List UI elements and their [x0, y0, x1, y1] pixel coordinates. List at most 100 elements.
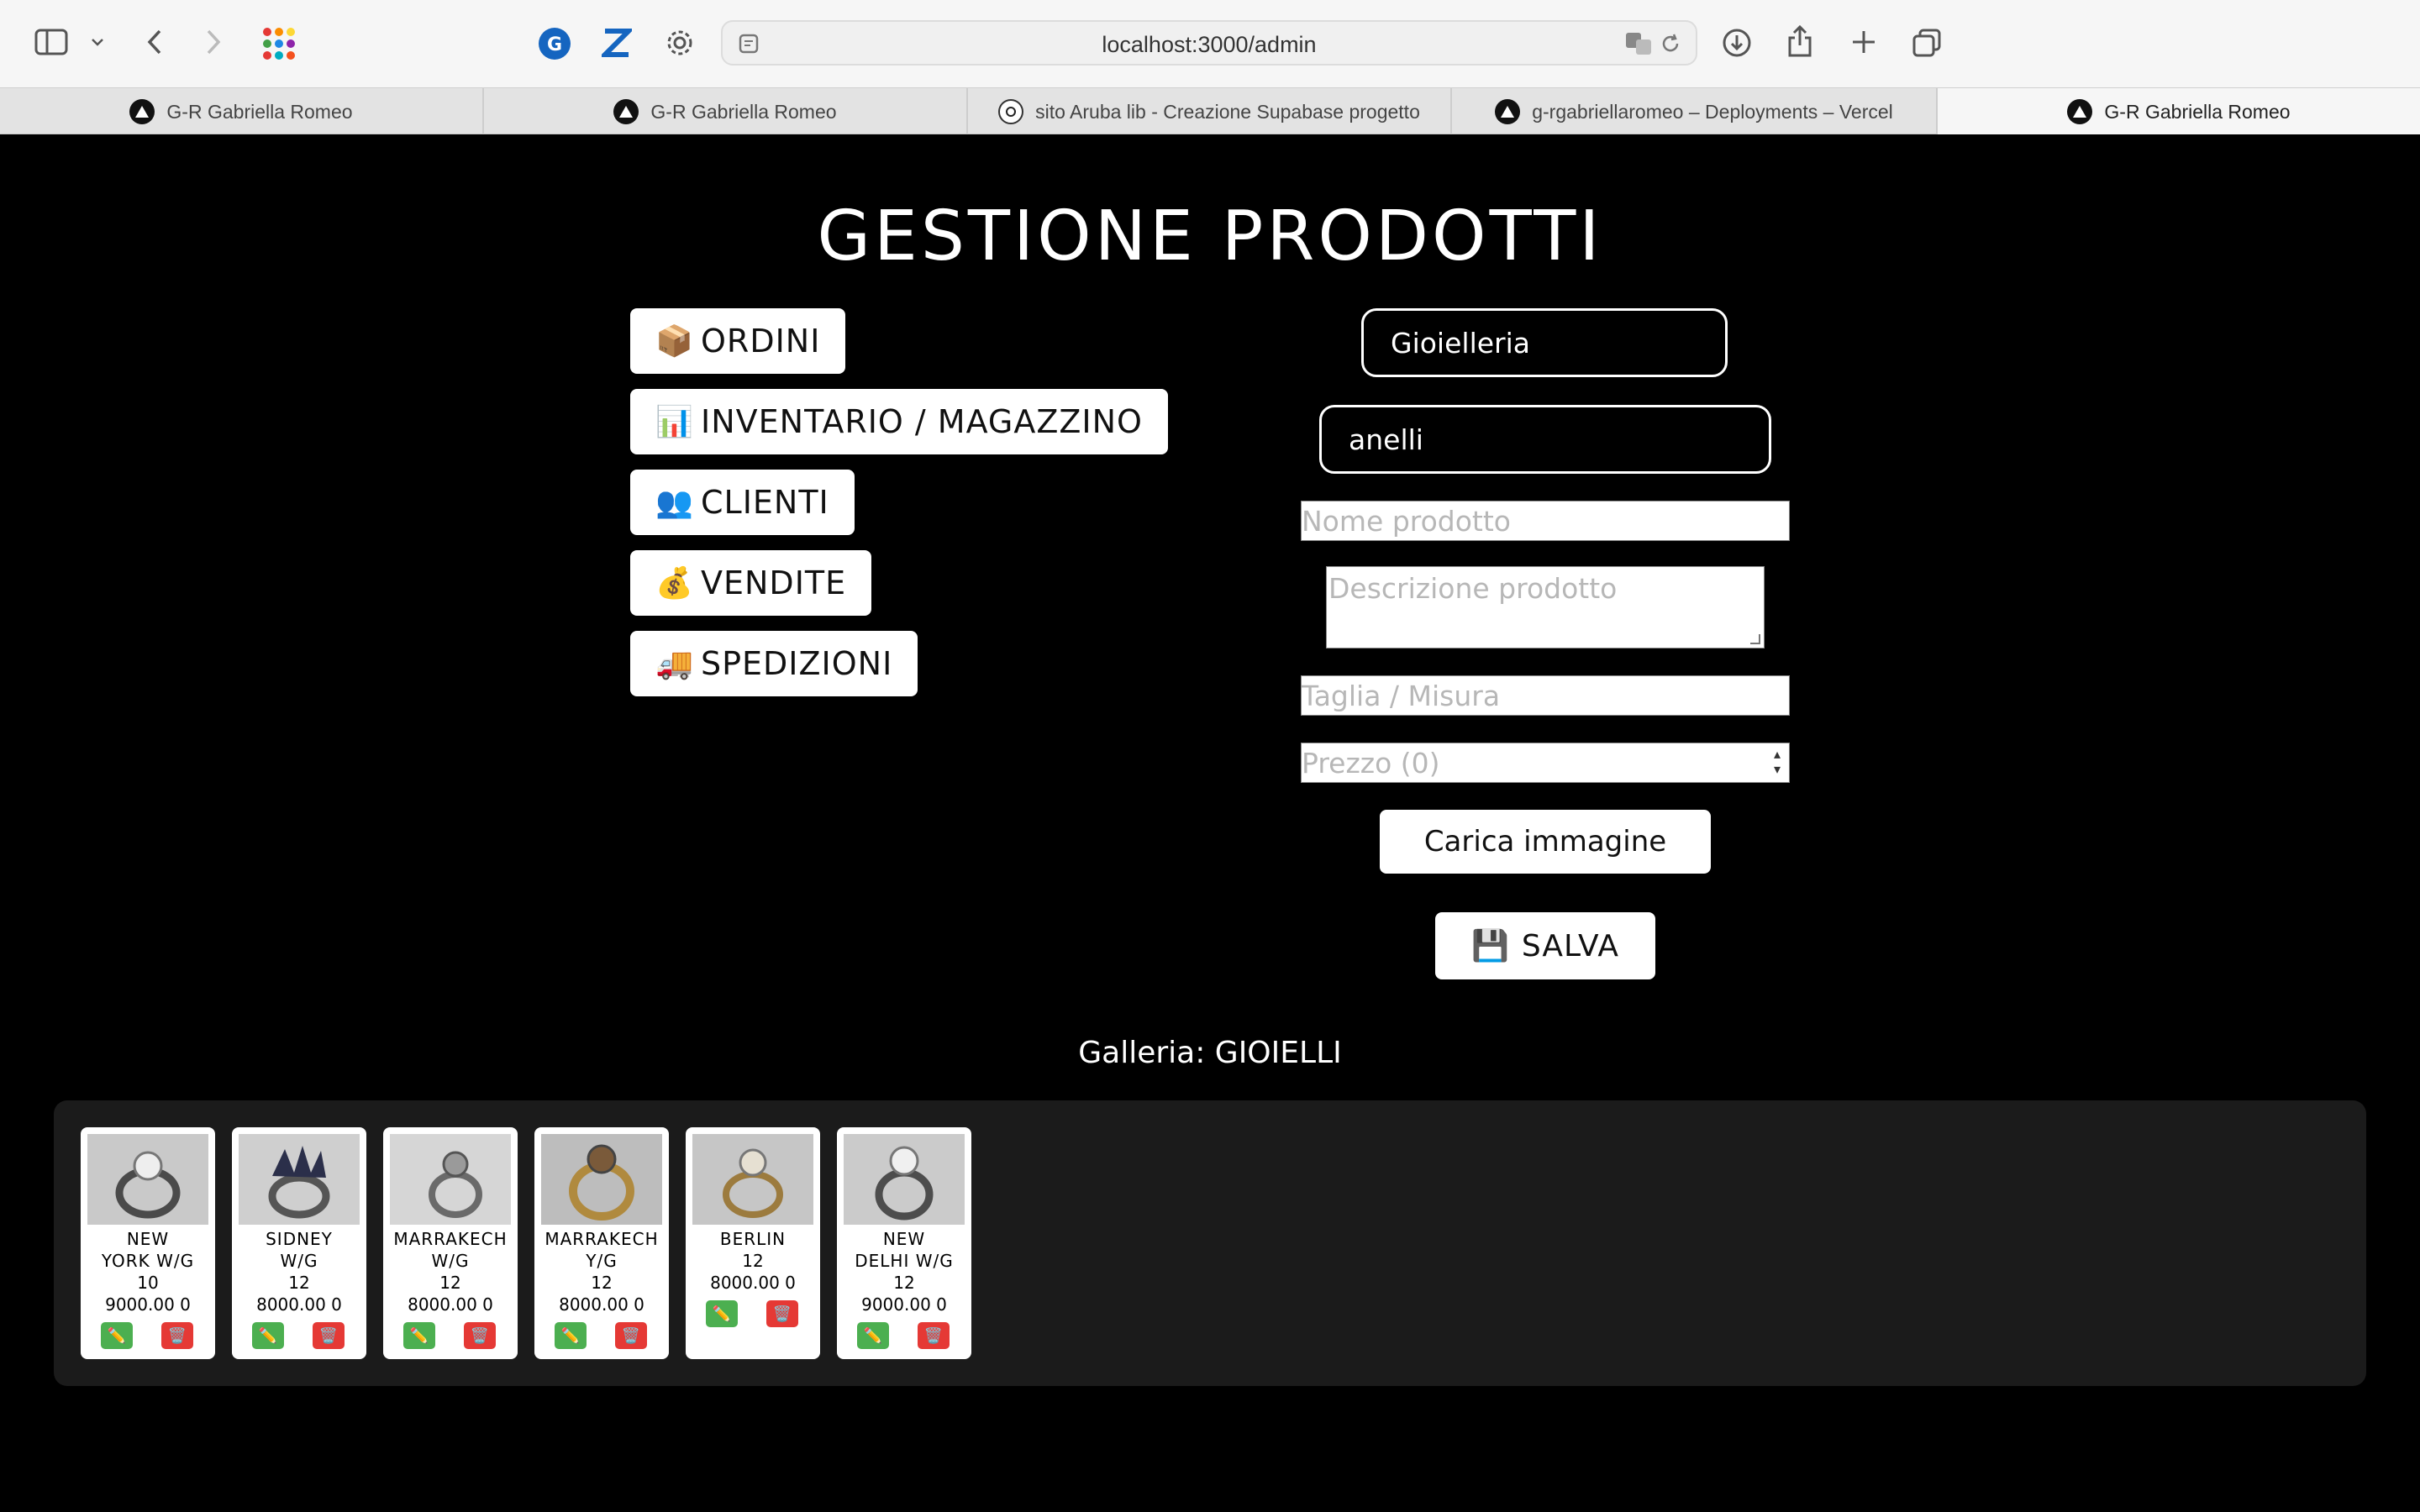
product-image — [692, 1134, 813, 1225]
product-size: 12 — [742, 1251, 764, 1271]
product-image — [239, 1134, 360, 1225]
translate-icon[interactable] — [1625, 32, 1654, 59]
subcategory-value: anelli — [1349, 423, 1423, 456]
product-image — [390, 1134, 511, 1225]
download-icon[interactable] — [1719, 25, 1754, 60]
edit-pencil-icon[interactable]: ✏️ — [252, 1322, 284, 1349]
delete-trash-icon[interactable]: 🗑️ — [766, 1300, 798, 1327]
url-text: localhost:3000/admin — [1102, 32, 1317, 57]
save-label: SALVA — [1521, 928, 1620, 963]
reload-icon[interactable] — [1659, 32, 1682, 59]
grammarly-extension-icon[interactable]: G — [536, 25, 573, 62]
product-size: 12 — [893, 1273, 915, 1293]
product-name-input[interactable]: Nome prodotto — [1301, 501, 1790, 541]
product-size: 12 — [439, 1273, 461, 1293]
product-price: 8000.00 0 — [559, 1294, 644, 1315]
category-select[interactable]: Gioielleria — [1361, 308, 1728, 377]
nav-label: SPEDIZIONI — [701, 645, 893, 682]
product-description-textarea[interactable]: Descrizione prodotto — [1326, 566, 1765, 648]
inventory-button[interactable]: 📊 INVENTARIO / MAGAZZINO — [630, 389, 1168, 454]
price-placeholder: Prezzo (0) — [1302, 746, 1440, 780]
tab-title: sito Aruba lib - Creazione Supabase prog… — [1035, 100, 1420, 123]
upload-image-button[interactable]: Carica immagine — [1380, 810, 1711, 874]
customers-button[interactable]: 👥 CLIENTI — [630, 470, 855, 535]
sidebar-toggle-icon[interactable] — [32, 25, 71, 59]
delete-trash-icon[interactable]: 🗑️ — [615, 1322, 647, 1349]
address-bar[interactable]: localhost:3000/admin — [721, 20, 1697, 66]
zotero-extension-icon[interactable] — [598, 24, 635, 62]
product-size: 12 — [288, 1273, 310, 1293]
forward-icon[interactable] — [198, 25, 229, 59]
product-size: 10 — [137, 1273, 159, 1293]
product-gallery: NEW YORK W/G 10 9000.00 0 ✏️ 🗑️ SIDNEY W… — [54, 1100, 2366, 1386]
size-input[interactable]: Taglia / Misura — [1301, 675, 1790, 716]
settings-gear-icon[interactable] — [662, 25, 697, 60]
page-title: GESTIONE PRODOTTI — [817, 197, 1603, 276]
delete-trash-icon[interactable]: 🗑️ — [918, 1322, 950, 1349]
edit-pencil-icon[interactable]: ✏️ — [101, 1322, 133, 1349]
tab-title: g-rgabriellaromeo – Deployments – Vercel — [1532, 100, 1893, 123]
product-price: 9000.00 0 — [105, 1294, 191, 1315]
edit-pencil-icon[interactable]: ✏️ — [403, 1322, 435, 1349]
share-icon[interactable] — [1783, 22, 1817, 60]
product-price: 9000.00 0 — [861, 1294, 947, 1315]
product-image — [541, 1134, 662, 1225]
product-name: MARRAKECH Y/G — [544, 1229, 659, 1271]
delete-trash-icon[interactable]: 🗑️ — [161, 1322, 193, 1349]
product-size: 12 — [591, 1273, 613, 1293]
chevron-down-icon[interactable] — [87, 30, 108, 54]
edit-pencil-icon[interactable]: ✏️ — [706, 1300, 738, 1327]
tab-title: G-R Gabriella Romeo — [2104, 100, 2291, 123]
nav-label: CLIENTI — [701, 484, 829, 521]
new-tab-plus-icon[interactable] — [1847, 25, 1881, 59]
product-name-placeholder: Nome prodotto — [1302, 504, 1511, 538]
apps-grid-icon[interactable] — [260, 25, 297, 62]
package-icon: 📦 — [655, 324, 694, 359]
number-stepper-icon[interactable]: ▴ ▾ — [1774, 747, 1781, 777]
product-name: SIDNEY W/G — [266, 1229, 333, 1271]
subcategory-select[interactable]: anelli — [1319, 405, 1771, 474]
vercel-favicon-icon — [1495, 99, 1521, 124]
floppy-disk-icon: 💾 — [1470, 929, 1510, 963]
vercel-favicon-icon — [2067, 99, 2093, 124]
product-card: MARRAKECH Y/G 12 8000.00 0 ✏️ 🗑️ — [534, 1127, 669, 1359]
tab-overview-icon[interactable] — [1909, 25, 1944, 60]
back-icon[interactable] — [139, 25, 170, 59]
product-name: NEW YORK W/G — [101, 1229, 195, 1271]
product-price: 8000.00 0 — [256, 1294, 342, 1315]
edit-pencil-icon[interactable]: ✏️ — [555, 1322, 587, 1349]
product-card: MARRAKECH W/G 12 8000.00 0 ✏️ 🗑️ — [383, 1127, 518, 1359]
delete-trash-icon[interactable]: 🗑️ — [464, 1322, 496, 1349]
edit-pencil-icon[interactable]: ✏️ — [857, 1322, 889, 1349]
browser-tab[interactable]: g-rgabriellaromeo – Deployments – Vercel — [1452, 88, 1938, 135]
people-icon: 👥 — [655, 486, 694, 520]
product-card: NEW DELHI W/G 12 9000.00 0 ✏️ 🗑️ — [837, 1127, 971, 1359]
upload-image-label: Carica immagine — [1423, 825, 1667, 858]
product-image — [844, 1134, 965, 1225]
sales-button[interactable]: 💰 VENDITE — [630, 550, 872, 616]
product-image — [87, 1134, 208, 1225]
orders-button[interactable]: 📦 ORDINI — [630, 308, 846, 374]
nav-label: VENDITE — [701, 564, 847, 601]
resize-handle-icon[interactable] — [1750, 634, 1760, 644]
product-price: 8000.00 0 — [710, 1273, 796, 1293]
vercel-favicon-icon — [613, 99, 639, 124]
price-input[interactable]: Prezzo (0) ▴ ▾ — [1301, 743, 1790, 783]
browser-tab[interactable]: G-R Gabriella Romeo — [0, 88, 484, 135]
product-card: NEW YORK W/G 10 9000.00 0 ✏️ 🗑️ — [81, 1127, 215, 1359]
category-value: Gioielleria — [1391, 326, 1530, 360]
browser-tab[interactable]: sito Aruba lib - Creazione Supabase prog… — [968, 88, 1452, 135]
product-card: BERLIN 12 8000.00 0 ✏️ 🗑️ — [686, 1127, 820, 1359]
tab-title: G-R Gabriella Romeo — [650, 100, 837, 123]
tab-bar: G-R Gabriella Romeo G-R Gabriella Romeo … — [0, 87, 2420, 135]
shipments-button[interactable]: 🚚 SPEDIZIONI — [630, 631, 918, 696]
browser-tab-active[interactable]: G-R Gabriella Romeo — [1938, 88, 2420, 135]
bar-chart-icon: 📊 — [655, 405, 694, 439]
delete-trash-icon[interactable]: 🗑️ — [313, 1322, 345, 1349]
save-button[interactable]: 💾 SALVA — [1435, 912, 1655, 979]
tab-title: G-R Gabriella Romeo — [166, 100, 353, 123]
product-name: NEW DELHI W/G — [855, 1229, 954, 1271]
product-name: BERLIN — [719, 1229, 786, 1249]
browser-tab[interactable]: G-R Gabriella Romeo — [484, 88, 968, 135]
gallery-title: Galleria: GIOIELLI — [1078, 1036, 1342, 1070]
